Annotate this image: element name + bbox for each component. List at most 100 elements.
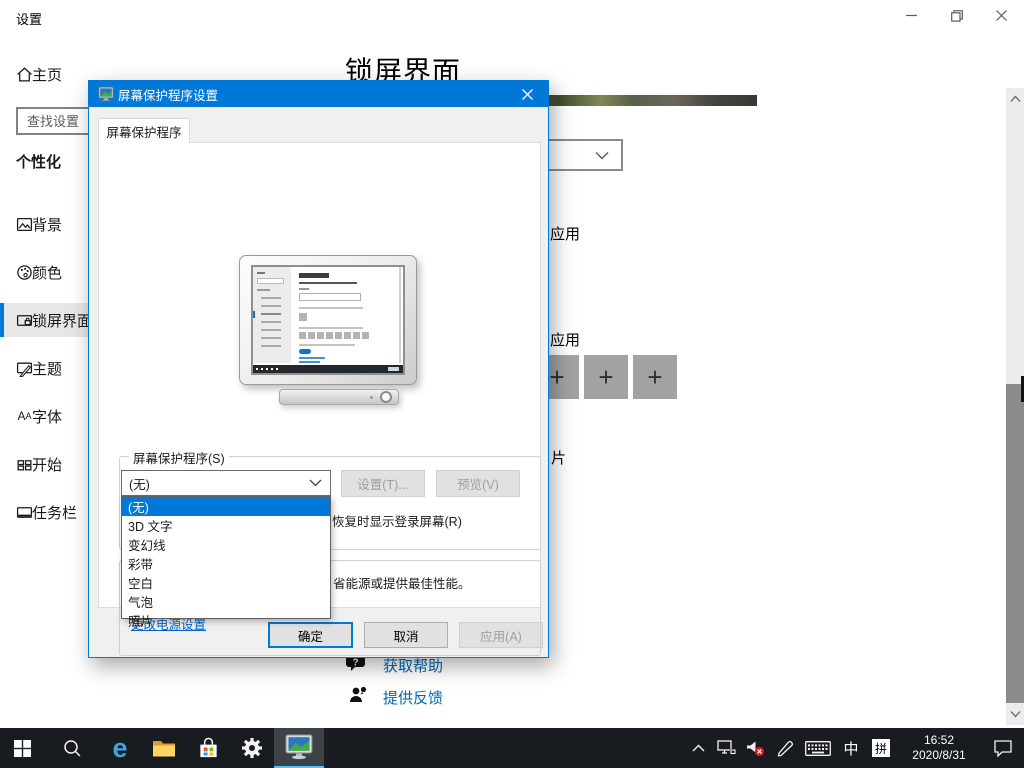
scrollbar-down-icon[interactable]	[1010, 710, 1021, 718]
sidebar-item-label: 主题	[32, 358, 62, 379]
ime-pinyin-badge: 拼	[872, 739, 890, 757]
close-icon	[996, 10, 1007, 21]
get-help-link[interactable]: 获取帮助	[383, 655, 443, 676]
taskbar-store-button[interactable]	[186, 728, 230, 768]
dropdown-option-none[interactable]: (无)	[122, 497, 330, 516]
dropdown-option-blank[interactable]: 空白	[122, 573, 330, 592]
tray-show-hidden-button[interactable]	[684, 728, 712, 768]
mini-toggle	[299, 349, 311, 354]
feedback-icon	[348, 685, 368, 705]
tab-screensaver[interactable]: 屏幕保护程序	[98, 118, 190, 143]
dialog-titlebar[interactable]: 屏幕保护程序设置	[89, 81, 548, 107]
sidebar-item-label: 主页	[32, 64, 62, 85]
tray-pen-button[interactable]	[770, 728, 800, 768]
dropdown-option-ribbons[interactable]: 彩带	[122, 554, 330, 573]
scrollbar-thumb[interactable]	[1006, 384, 1024, 703]
taskbar-icon	[16, 504, 33, 521]
picture-text-fragment: 片	[551, 447, 566, 468]
screensaver-settings-dialog: 屏幕保护程序设置 屏幕保护程序	[88, 80, 549, 658]
lockscreen-icon	[16, 312, 33, 329]
network-icon	[717, 740, 736, 756]
desktop: 设置 主页 个性化 背景 颜色 锁屏界面	[0, 0, 1024, 768]
file-explorer-icon	[152, 739, 176, 758]
close-button[interactable]	[979, 1, 1024, 30]
sidebar-item-label: 锁屏界面	[32, 310, 92, 331]
groupbox-label: 屏幕保护程序(S)	[129, 448, 229, 467]
monitor-preview-screen	[251, 265, 405, 375]
sidebar-section-title: 个性化	[16, 151, 61, 172]
detailed-status-app-text-fragment: 应用	[550, 223, 580, 244]
monitor-indicator-dot	[370, 396, 373, 399]
quick-status-app-text-fragment: 应用	[550, 329, 580, 350]
tab-label: 屏幕保护程序	[106, 122, 181, 141]
sidebar-item-label: 字体	[32, 406, 62, 427]
start-button[interactable]	[0, 728, 44, 768]
windows-start-icon	[14, 740, 31, 757]
restore-button[interactable]	[934, 1, 979, 30]
ime-mode-label: 中	[843, 738, 858, 759]
touch-keyboard-icon	[805, 741, 831, 756]
volume-muted-icon	[746, 740, 765, 757]
dialog-title: 屏幕保护程序设置	[118, 85, 218, 104]
chevron-down-icon	[309, 479, 322, 487]
home-icon	[16, 66, 33, 83]
sidebar-item-label: 背景	[32, 214, 62, 235]
combobox-value: (无)	[129, 474, 309, 493]
restore-icon	[951, 10, 963, 22]
image-icon	[16, 216, 33, 233]
tray-touch-keyboard-button[interactable]	[800, 728, 836, 768]
settings-button[interactable]: 设置(T)...	[341, 470, 425, 497]
taskbar-settings-button[interactable]	[230, 728, 274, 768]
scrollbar-up-icon[interactable]	[1010, 95, 1021, 103]
selected-accent-bar	[0, 303, 4, 337]
dialog-close-button[interactable]	[506, 81, 548, 107]
start-grid-icon	[16, 456, 33, 473]
tray-volume-button[interactable]	[740, 728, 770, 768]
clock[interactable]: 16:52 2020/8/31	[896, 733, 982, 763]
store-icon	[197, 737, 220, 760]
pen-icon	[777, 740, 794, 757]
screensaver-dialog-icon	[98, 86, 114, 102]
dropdown-option-bubbles[interactable]: 气泡	[122, 592, 330, 611]
clock-date: 2020/8/31	[896, 748, 982, 763]
minimize-button[interactable]	[889, 1, 934, 30]
screensaver-dropdown-list: (无) 3D 文字 变幻线 彩带 空白 气泡 照片	[121, 496, 331, 619]
taskbar-screensaver-app-button[interactable]	[274, 728, 324, 768]
theme-icon	[16, 360, 33, 377]
mini-heading	[299, 273, 329, 278]
preview-button[interactable]: 预览(V)	[436, 470, 520, 497]
search-icon	[63, 739, 81, 757]
add-app-tile[interactable]: +	[584, 355, 628, 399]
chevron-down-icon	[595, 151, 609, 160]
palette-icon	[16, 264, 33, 281]
mini-taskbar	[253, 365, 403, 373]
minimize-icon	[906, 10, 917, 21]
monitor-power-button	[380, 391, 392, 403]
tray-chevron-up-icon	[692, 744, 705, 753]
add-app-tile[interactable]: +	[633, 355, 677, 399]
taskbar: e	[0, 728, 1024, 768]
taskbar-edge-button[interactable]: e	[98, 728, 142, 768]
app-title: 设置	[16, 9, 42, 28]
sidebar-item-label: 任务栏	[32, 502, 77, 523]
dropdown-option-3dtext[interactable]: 3D 文字	[122, 516, 330, 535]
settings-gear-icon	[241, 737, 263, 759]
tray-network-button[interactable]	[712, 728, 740, 768]
screensaver-app-icon	[285, 734, 313, 760]
dropdown-option-photos[interactable]: 照片	[122, 611, 330, 630]
action-center-button[interactable]	[982, 728, 1024, 768]
fonts-icon: AA	[16, 408, 33, 425]
ime-indicator-button[interactable]: 拼	[866, 728, 896, 768]
feedback-link[interactable]: 提供反馈	[383, 687, 443, 708]
ime-mode-button[interactable]: 中	[836, 728, 866, 768]
svg-text:?: ?	[352, 658, 358, 669]
dialog-tab-page: 屏幕保护程序(S) (无) 设置(T)... 预览(V) 恢复时显示登录屏幕(R…	[98, 142, 541, 608]
sidebar-item-label: 开始	[32, 454, 62, 475]
taskbar-explorer-button[interactable]	[142, 728, 186, 768]
close-icon	[522, 89, 533, 100]
power-description-fragment: 省能源或提供最佳性能。	[333, 573, 471, 592]
screensaver-combobox[interactable]: (无)	[121, 470, 331, 496]
taskbar-search-button[interactable]	[50, 728, 94, 768]
edge-icon: e	[112, 735, 127, 762]
dropdown-option-mystify[interactable]: 变幻线	[122, 535, 330, 554]
